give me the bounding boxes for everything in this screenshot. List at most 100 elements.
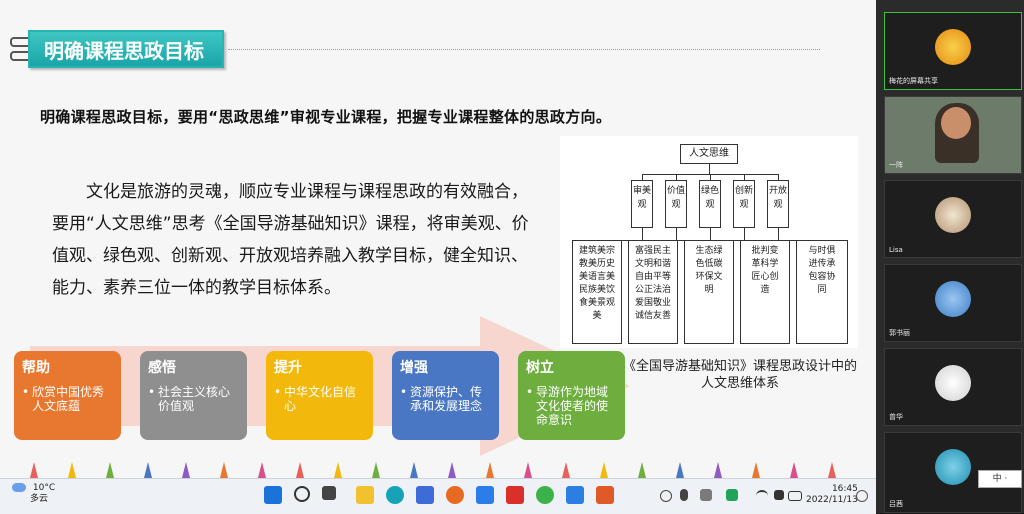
branch-innovation: 创新观 xyxy=(733,180,755,228)
slides-icon[interactable] xyxy=(596,486,614,504)
battery-icon[interactable] xyxy=(788,491,802,501)
diagram-root: 人文思维 xyxy=(680,144,738,164)
file-explorer-icon[interactable] xyxy=(356,486,374,504)
goal-card-perceive: 感悟 社会主义核心价值观 xyxy=(140,351,247,440)
goal-card-establish: 树立 导游作为地域文化使者的使命意识 xyxy=(518,351,625,440)
search-icon[interactable] xyxy=(294,486,310,502)
pencil-shape xyxy=(714,462,722,478)
slide-paragraph: 文化是旅游的灵魂，顺应专业课程与课程思政的有效融合，要用“人文思维”思考《全国导… xyxy=(52,176,532,304)
pencil-shape xyxy=(562,462,570,478)
app-icon[interactable] xyxy=(476,486,494,504)
wechat-icon[interactable] xyxy=(536,486,554,504)
pencil-shape xyxy=(30,462,38,478)
participant-tile[interactable]: 曾华 xyxy=(884,348,1022,426)
pencil-shape xyxy=(106,462,114,478)
pencil-shape xyxy=(410,462,418,478)
avatar xyxy=(935,281,971,317)
pencil-shape xyxy=(600,462,608,478)
pencil-shape xyxy=(448,462,456,478)
participant-name: 吕茜 xyxy=(889,500,903,508)
leaf-innovation: 批判变革科学匠心创造 xyxy=(740,240,790,344)
store-icon[interactable] xyxy=(416,486,434,504)
leaf-values: 富强民主文明和谐自由平等公正法治爱国敬业诚信友善 xyxy=(628,240,678,344)
tray-app-icon[interactable] xyxy=(726,489,738,501)
participant-name: 曾华 xyxy=(889,413,903,421)
participant-name: 郭书丽 xyxy=(889,329,910,337)
participant-name: 一阵 xyxy=(889,161,903,169)
branch-openness: 开放观 xyxy=(767,180,789,228)
title-divider xyxy=(228,49,820,50)
participant-tile[interactable]: 梅花的屏幕共享 xyxy=(884,12,1022,90)
leaf-green: 生态绿色低碳环保文明 xyxy=(684,240,734,344)
pencil-shape xyxy=(752,462,760,478)
windows-taskbar: 10°C 多云 16:45 2022/11/13 xyxy=(0,478,876,514)
goal-card-strengthen: 增强 资源保护、传承和发展理念 xyxy=(392,351,499,440)
pencil-shape xyxy=(372,462,380,478)
slide-headline: 明确课程思政目标，要用“思政思维”审视专业课程，把握专业课程整体的思政方向。 xyxy=(40,108,612,126)
weather-desc: 多云 xyxy=(30,494,49,504)
card-title: 感悟 xyxy=(148,360,176,376)
participant-tile[interactable]: Lisa xyxy=(884,180,1022,258)
card-title: 增强 xyxy=(400,360,428,376)
card-text: 导游作为地域文化使者的使命意识 xyxy=(526,385,617,427)
participant-tile[interactable]: 郭书丽 xyxy=(884,264,1022,342)
start-icon[interactable] xyxy=(264,486,282,504)
card-text: 欣赏中国优秀人文底蕴 xyxy=(22,385,113,413)
clock[interactable]: 16:45 2022/11/13 xyxy=(806,484,858,506)
pencil-shape xyxy=(296,462,304,478)
participant-name: Lisa xyxy=(889,246,903,254)
tray-icon[interactable] xyxy=(660,490,672,502)
diagram-caption: 《全国导游基础知识》课程思政设计中的人文思维体系 xyxy=(622,359,857,391)
participant-name: 梅花的屏幕共享 xyxy=(889,77,938,85)
notification-icon[interactable] xyxy=(856,490,868,502)
firefox-icon[interactable] xyxy=(446,486,464,504)
card-title: 树立 xyxy=(526,360,554,376)
pencil-shape xyxy=(828,462,836,478)
pencil-shape xyxy=(486,462,494,478)
weather-widget[interactable]: 10°C 多云 xyxy=(12,483,55,505)
edge-icon[interactable] xyxy=(386,486,404,504)
pencil-shape xyxy=(676,462,684,478)
volume-icon[interactable] xyxy=(774,490,784,500)
avatar xyxy=(935,197,971,233)
task-view-icon[interactable] xyxy=(322,486,336,500)
ime-indicator[interactable]: 中 · xyxy=(978,470,1022,488)
pencil-shape xyxy=(144,462,152,478)
participant-tile[interactable]: 一阵 xyxy=(884,96,1022,174)
cloud-icon xyxy=(12,483,26,492)
card-title: 帮助 xyxy=(22,360,50,376)
branch-green: 绿色观 xyxy=(699,180,721,228)
clock-date: 2022/11/13 xyxy=(806,495,858,505)
pencil-shape xyxy=(220,462,228,478)
card-text: 资源保护、传承和发展理念 xyxy=(400,385,491,413)
pencil-shape xyxy=(334,462,342,478)
pencil-shape xyxy=(790,462,798,478)
weather-temp: 10°C xyxy=(32,483,56,493)
wps-icon[interactable] xyxy=(506,486,524,504)
pencil-shape xyxy=(524,462,532,478)
card-text: 中华文化自信心 xyxy=(274,385,365,413)
card-title: 提升 xyxy=(274,360,302,376)
avatar xyxy=(935,365,971,401)
goal-card-improve: 提升 中华文化自信心 xyxy=(266,351,373,440)
goal-card-help: 帮助 欣赏中国优秀人文底蕴 xyxy=(14,351,121,440)
clock-time: 16:45 xyxy=(831,484,858,494)
wifi-icon[interactable] xyxy=(756,490,768,502)
microphone-icon[interactable] xyxy=(680,489,688,501)
video-face xyxy=(941,107,971,139)
humanities-thinking-diagram: 人文思维 审美观 价值观 绿色观 创新观 开放观 建筑美宗教美历史美语言美民族美… xyxy=(560,136,858,348)
branch-values: 价值观 xyxy=(665,180,687,228)
meeting-icon[interactable] xyxy=(566,486,584,504)
participant-panel: 梅花的屏幕共享 一阵 Lisa 郭书丽 曾华 吕茜 xyxy=(876,0,1024,513)
avatar xyxy=(935,29,971,65)
pencil-shape xyxy=(182,462,190,478)
branch-aesthetics: 审美观 xyxy=(631,180,653,228)
pencil-decoration xyxy=(30,462,836,478)
paragraph-text: 文化是旅游的灵魂，顺应专业课程与课程思政的有效融合，要用“人文思维”思考《全国导… xyxy=(52,182,529,298)
presentation-slide: 明确课程思政目标 明确课程思政目标，要用“思政思维”审视专业课程，把握专业课程整… xyxy=(0,0,876,478)
card-text: 社会主义核心价值观 xyxy=(148,385,239,413)
avatar xyxy=(935,449,971,485)
pencil-shape xyxy=(258,462,266,478)
tray-app-icon[interactable] xyxy=(700,489,712,501)
leaf-openness: 与时俱进传承包容协同 xyxy=(796,240,848,344)
